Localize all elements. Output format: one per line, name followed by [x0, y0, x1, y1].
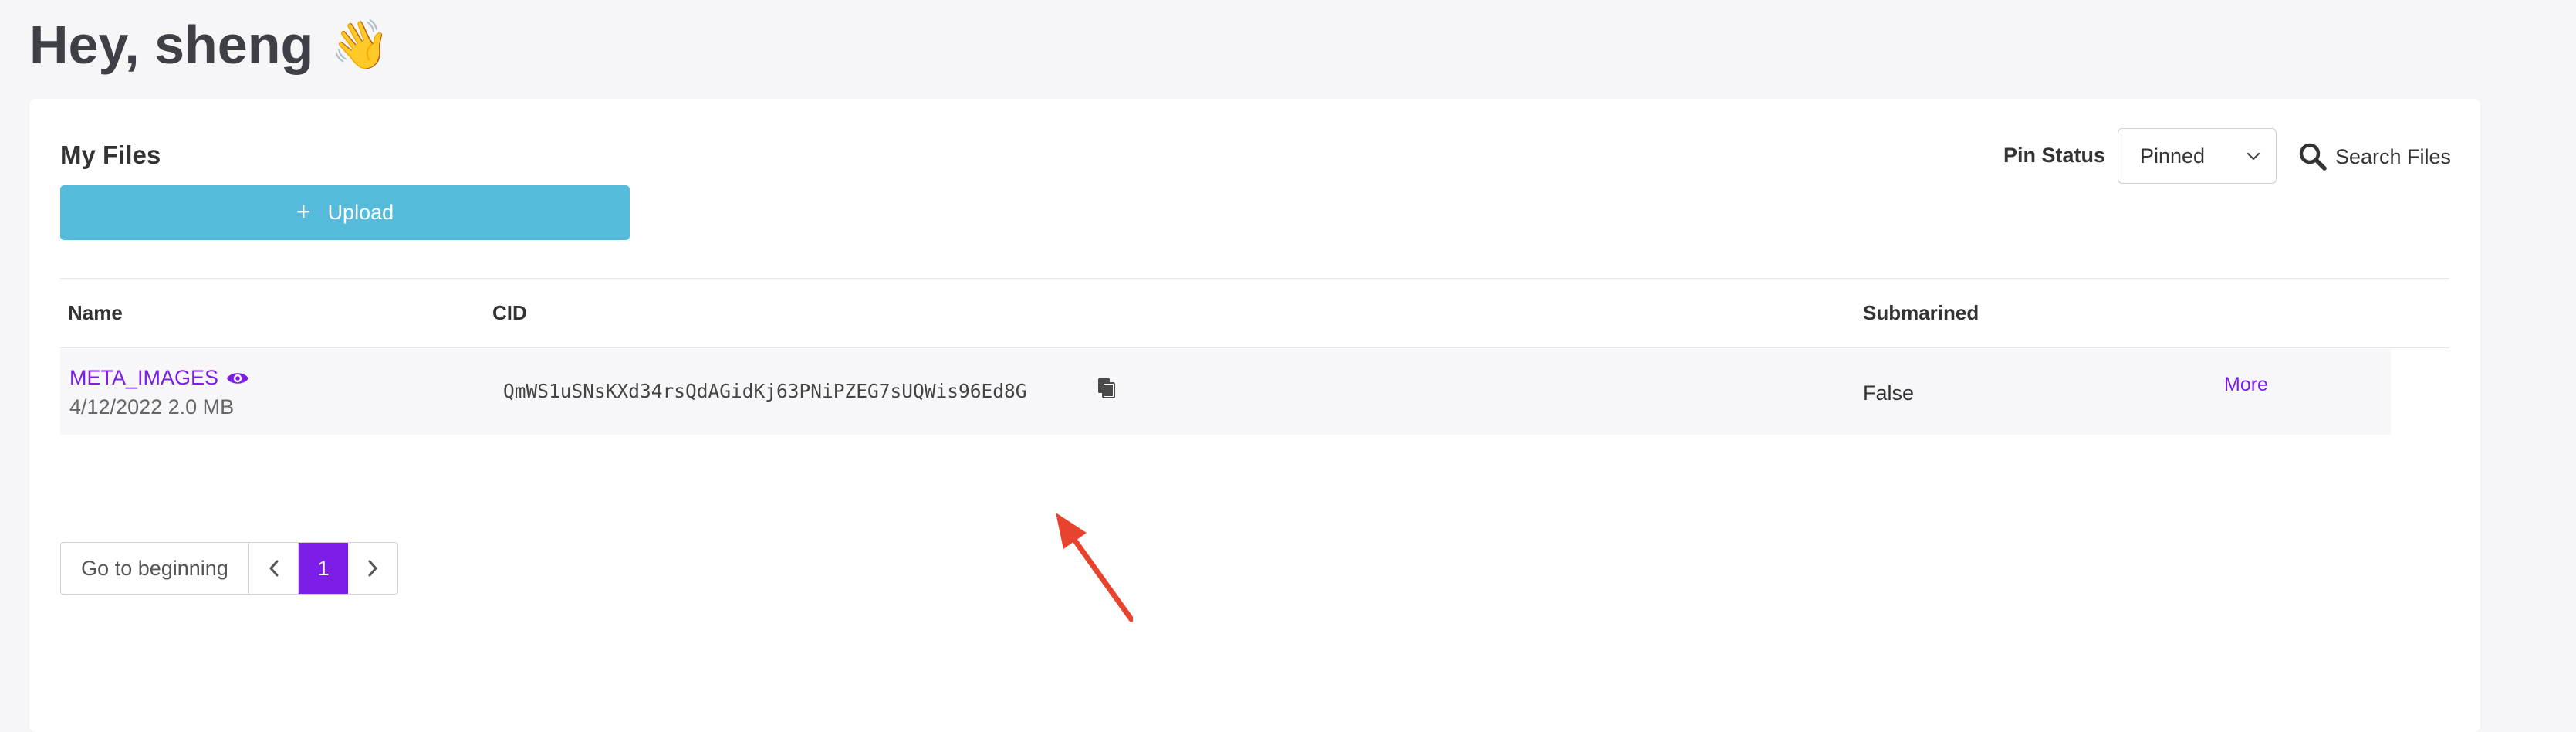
file-cid: QmWS1uSNsKXd34rsQdAGidKj63PNiPZEG7sUQWis… [503, 380, 1027, 402]
card-title: My Files [60, 141, 161, 169]
file-name-link[interactable]: META_IMAGES [69, 366, 249, 390]
greeting-text: Hey, sheng [29, 15, 314, 75]
pin-status-label: Pin Status [2003, 144, 2106, 167]
page-1-button[interactable]: 1 [299, 543, 348, 594]
copy-icon[interactable] [1097, 378, 1116, 399]
column-header-submarined: Submarined [1863, 301, 1979, 324]
next-page-button[interactable] [348, 543, 397, 594]
column-header-name: Name [68, 301, 123, 324]
search-icon [2299, 143, 2327, 171]
upload-button-label: Upload [327, 201, 394, 224]
previous-page-button[interactable] [249, 543, 299, 594]
chevron-left-icon [269, 560, 278, 577]
table-top-divider [60, 278, 2449, 279]
go-to-beginning-button[interactable]: Go to beginning [61, 543, 249, 594]
files-card: My Files + Upload Pin Status Pinned Sear… [29, 99, 2480, 732]
plus-icon: + [296, 198, 311, 225]
upload-button[interactable]: + Upload [60, 185, 630, 240]
waving-hand-icon: 👋 [330, 18, 390, 72]
search-files-button[interactable]: Search Files [2298, 137, 2451, 176]
submarined-value: False [1863, 381, 1915, 405]
pin-status-select[interactable]: Pinned [2118, 128, 2277, 184]
eye-icon[interactable] [226, 370, 249, 387]
more-link[interactable]: More [2224, 374, 2268, 396]
annotation-arrow-icon [1056, 513, 1133, 622]
page-greeting: Hey, sheng 👋 [29, 6, 390, 83]
file-name: META_IMAGES [69, 366, 219, 389]
table-row: META_IMAGES 4/12/2022 2.0 MB QmWS1uSNsKX… [60, 349, 2391, 435]
pagination: Go to beginning 1 [60, 542, 398, 595]
chevron-right-icon [368, 560, 377, 577]
column-header-cid: CID [492, 301, 527, 324]
search-files-label: Search Files [2335, 144, 2452, 168]
chevron-down-icon [2246, 152, 2260, 161]
file-meta: 4/12/2022 2.0 MB [69, 395, 235, 419]
pin-status-selected-value: Pinned [2140, 144, 2206, 168]
table-header-divider [60, 347, 2449, 348]
